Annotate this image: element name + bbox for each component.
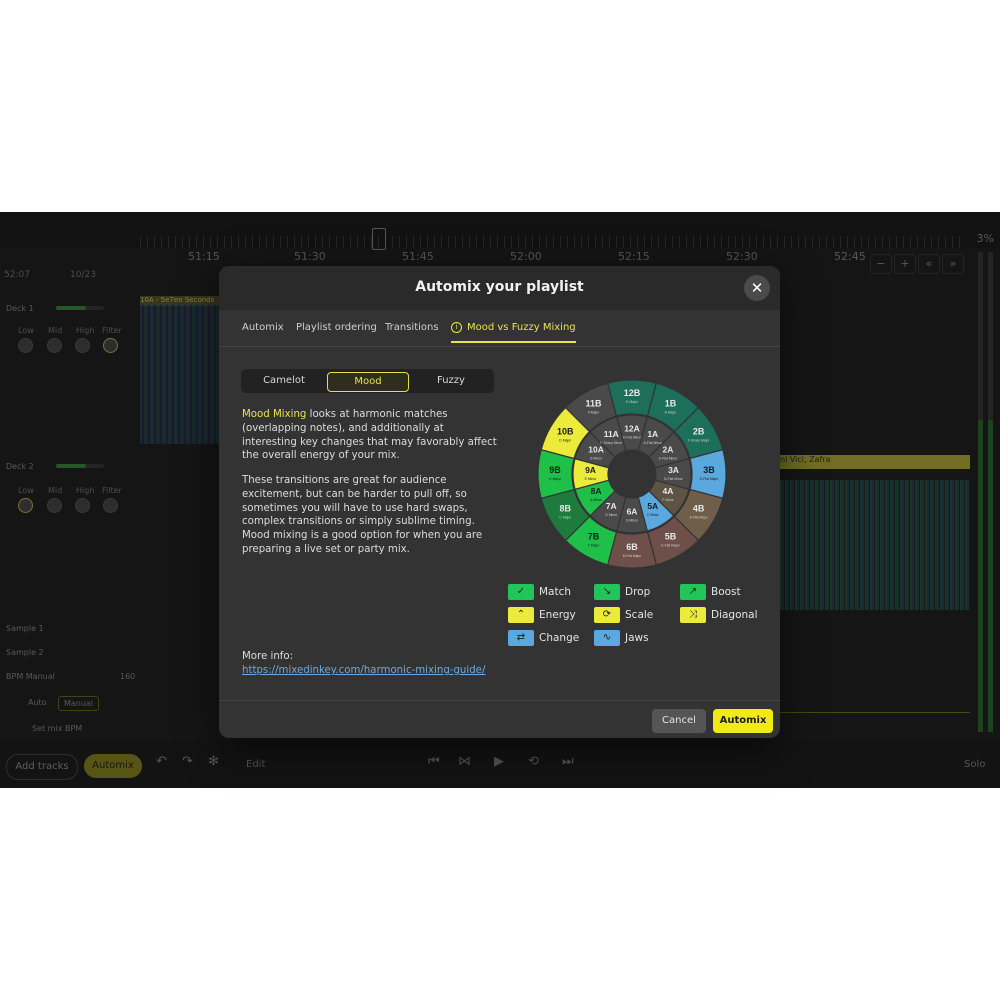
outer-key-code: 6B (626, 542, 638, 552)
inner-key-name: E-Flat Minor (659, 456, 678, 460)
outer-key-name: A-Flat Major (689, 516, 708, 520)
inner-key-code: 7A (606, 501, 617, 511)
mood-mixing-highlight: Mood Mixing (242, 409, 307, 420)
cancel-button[interactable]: Cancel (652, 709, 706, 733)
legend-item: ⇄ Change (508, 630, 579, 646)
automix-dialog: Automix your playlist ✕ Automix Playlist… (219, 266, 780, 738)
inner-key-code: 12A (624, 424, 640, 434)
dialog-tabs: Automix Playlist ordering Transitions iM… (219, 310, 780, 347)
arrow-up-right-icon: ↗ (680, 584, 706, 600)
outer-key-code: 12B (624, 388, 641, 398)
tab-playlist-ordering[interactable]: Playlist ordering (296, 322, 377, 333)
legend-label: Drop (625, 586, 651, 598)
arrow-down-right-icon: ↘ (594, 584, 620, 600)
segment-fuzzy[interactable]: Fuzzy (411, 372, 491, 390)
inner-key-code: 3A (668, 465, 679, 475)
inner-key-code: 9A (585, 465, 596, 475)
close-icon[interactable]: ✕ (744, 275, 770, 301)
dialog-title: Automix your playlist (415, 279, 584, 295)
dialog-footer: Cancel Automix (219, 700, 780, 738)
inner-key-code: 2A (663, 444, 674, 454)
cycle-icon: ⟳ (594, 607, 620, 623)
outer-key-code: 5B (665, 532, 677, 542)
inner-key-code: 4A (663, 486, 674, 496)
legend-item: ∿ Jaws (594, 630, 649, 646)
legend-item: ⟳ Scale (594, 607, 653, 623)
legend-label: Change (539, 632, 580, 644)
more-info-label: More info: (242, 651, 294, 662)
outer-key-code: 9B (549, 465, 561, 475)
outer-key-name: B Major (665, 410, 678, 414)
inner-key-name: G Minor (626, 519, 639, 523)
outer-key-code: 4B (693, 504, 705, 514)
outer-key-code: 7B (588, 532, 600, 542)
outer-key-name: E-Flat Major (661, 544, 680, 548)
outer-key-name: A Major (588, 410, 600, 414)
wave-icon: ∿ (594, 630, 620, 646)
check-icon: ✓ (508, 584, 534, 600)
inner-key-code: 10A (588, 444, 604, 454)
tab-mood-vs-fuzzy[interactable]: i Mood vs Fuzzy Mixing (451, 322, 576, 343)
mood-description: Mood Mixing looks at harmonic matches (o… (242, 408, 497, 463)
legend-label: Match (539, 586, 572, 598)
inner-key-name: E Minor (585, 477, 598, 481)
legend-label: Boost (711, 586, 741, 598)
legend-label: Jaws (625, 632, 649, 644)
inner-key-name: F Minor (662, 498, 674, 502)
shuffle-icon: ⤨ (680, 607, 706, 623)
inner-key-name: A Minor (590, 498, 602, 502)
outer-key-name: E Major (626, 400, 639, 404)
legend-item: ↗ Boost (680, 584, 741, 600)
inner-key-name: B-Flat Minor (664, 477, 683, 481)
info-icon: i (451, 322, 462, 333)
outer-key-name: F Major (588, 544, 600, 548)
inner-key-code: 6A (627, 507, 638, 517)
inner-key-name: D-Flat Minor (623, 436, 643, 440)
tab-automix[interactable]: Automix (242, 322, 284, 333)
outer-key-code: 2B (693, 427, 705, 437)
outer-key-name: D Major (559, 439, 572, 443)
inner-key-name: D Minor (605, 513, 618, 517)
inner-key-code: 1A (647, 429, 658, 439)
outer-key-code: 3B (703, 465, 715, 475)
swap-icon: ⇄ (508, 630, 534, 646)
inner-key-name: A-Flat Minor (644, 441, 663, 445)
automix-button[interactable]: Automix (713, 709, 773, 733)
outer-key-name: B-Flat Major (623, 554, 642, 558)
legend-item: ⌃ Energy (508, 607, 576, 623)
outer-key-code: 1B (665, 398, 677, 408)
tab-transitions[interactable]: Transitions (385, 322, 439, 333)
inner-key-name: B Minor (590, 456, 603, 460)
inner-key-code: 8A (591, 486, 602, 496)
outer-key-code: 11B (585, 398, 602, 408)
camelot-wheel: 12B E Major 1B B Major 2B F-Sharp Major 3B D-Fl… (537, 379, 727, 569)
segment-mood[interactable]: Mood (327, 372, 409, 392)
legend-item: ✓ Match (508, 584, 571, 600)
mode-segmented-control: Camelot Mood Fuzzy (241, 369, 494, 393)
segment-camelot[interactable]: Camelot (244, 372, 324, 390)
legend-item: ↘ Drop (594, 584, 650, 600)
outer-key-name: F-Sharp Major (688, 439, 711, 443)
double-chevron-up-icon: ⌃ (508, 607, 534, 623)
inner-key-name: F-Sharp Minor (600, 441, 623, 445)
outer-key-code: 8B (560, 504, 572, 514)
wheel-center (609, 451, 655, 497)
tab-label: Mood vs Fuzzy Mixing (467, 322, 576, 333)
more-info-link[interactable]: https://mixedinkey.com/harmonic-mixing-g… (242, 665, 485, 676)
legend-label: Energy (539, 609, 576, 621)
inner-key-name: C Minor (647, 513, 660, 517)
inner-key-code: 11A (604, 429, 619, 439)
legend-label: Diagonal (711, 609, 758, 621)
outer-key-name: C Major (559, 516, 572, 520)
outer-key-code: 10B (557, 427, 574, 437)
legend-label: Scale (625, 609, 654, 621)
legend-item: ⤨ Diagonal (680, 607, 758, 623)
mood-caution-text: These transitions are great for audience… (242, 475, 483, 555)
inner-key-code: 5A (647, 501, 658, 511)
dialog-header: Automix your playlist ✕ (219, 266, 780, 310)
outer-key-name: G Major (549, 477, 562, 481)
outer-key-name: D-Flat Major (700, 477, 720, 481)
